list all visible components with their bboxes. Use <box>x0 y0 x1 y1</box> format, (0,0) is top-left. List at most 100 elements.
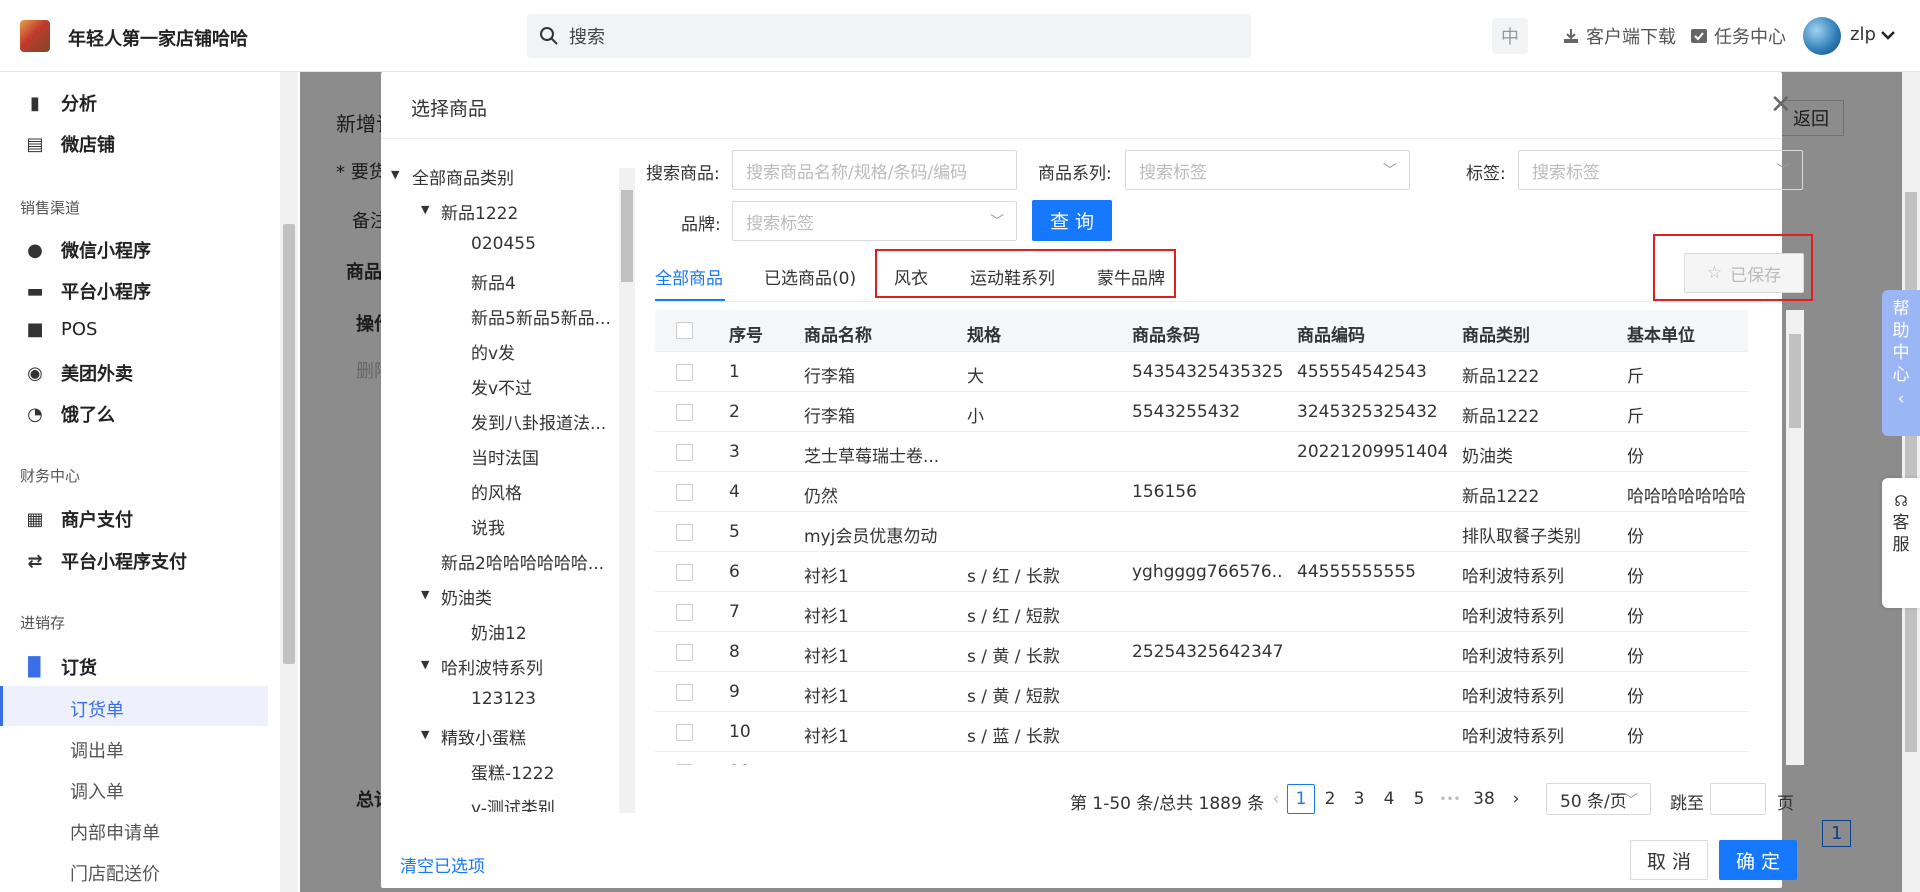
sidebar-item-wechat-mini[interactable]: ● 微信小程序 <box>25 237 151 263</box>
caret-down-icon[interactable]: ▼ <box>421 203 429 216</box>
table-row[interactable]: 4 仍然 156156 新品1222 哈哈哈哈哈哈哈... <box>655 472 1748 512</box>
table-row[interactable]: 2 行李箱 小 5543255432 3245325325432 新品1222 斤 <box>655 392 1748 432</box>
page-1[interactable]: 1 <box>1287 784 1315 814</box>
tree-node[interactable]: 新品2哈哈哈哈哈哈... <box>441 549 604 574</box>
shop-name[interactable]: 年轻人第一家店铺哈哈 <box>68 25 248 51</box>
tree-node[interactable]: 新品4 <box>471 269 516 294</box>
page-38[interactable]: 38 <box>1470 784 1498 814</box>
saved-button[interactable]: ☆ 已保存 <box>1684 253 1804 293</box>
table-row[interactable]: 6 衬衫1 s / 红 / 长款 yghgggg766576... 4455555555… <box>655 552 1748 592</box>
select-all-checkbox[interactable] <box>676 322 693 339</box>
sidebar-sub-store-price[interactable]: 门店配送价 <box>70 860 160 886</box>
page-3[interactable]: 3 <box>1345 784 1373 814</box>
sidebar-sub-transfer-out[interactable]: 调出单 <box>70 737 124 763</box>
sidebar-item-analysis[interactable]: ▮ 分析 <box>25 90 97 116</box>
page-size-select[interactable]: 50 条/页 ﹀ <box>1546 783 1651 815</box>
table-row[interactable]: 7 衬衫1 s / 红 / 短款 哈利波特系列 份 <box>655 592 1748 632</box>
series-select[interactable]: 搜索标签 ﹀ <box>1125 150 1410 190</box>
client-download-link[interactable]: 客户端下载 <box>1562 23 1676 49</box>
tree-node[interactable]: 说我 <box>471 514 505 539</box>
prev-page-icon[interactable]: ‹ <box>1262 784 1290 814</box>
sidebar-scrollbar[interactable] <box>280 72 298 892</box>
caret-down-icon[interactable]: ▼ <box>421 728 429 741</box>
jump-page-input[interactable] <box>1710 783 1766 815</box>
row-checkbox[interactable] <box>676 724 693 741</box>
language-switch[interactable]: 中 <box>1492 18 1528 54</box>
tree-node[interactable]: 精致小蛋糕 <box>441 724 526 749</box>
task-center-link[interactable]: 任务中心 <box>1690 23 1786 49</box>
tree-node[interactable]: 奶油类 <box>441 584 492 609</box>
table-row[interactable]: 1 行李箱 大 54354325435325 455554542543 新品1222 斤 <box>655 352 1748 392</box>
tree-node[interactable]: 的风格 <box>471 479 522 504</box>
user-menu[interactable]: zlp <box>1850 24 1896 45</box>
page-scroll-thumb[interactable] <box>1905 192 1917 752</box>
next-page-icon[interactable]: › <box>1502 784 1530 814</box>
table-row[interactable]: 5 myj会员优惠勿动 排队取餐子类别 份 <box>655 512 1748 552</box>
row-checkbox[interactable] <box>676 404 693 421</box>
tab-selected-products[interactable]: 已选商品(0) <box>764 264 856 289</box>
sidebar-item-platform-pay[interactable]: ⇄ 平台小程序支付 <box>25 548 187 574</box>
brand-select[interactable]: 搜索标签 ﹀ <box>732 201 1017 241</box>
clear-selection-link[interactable]: 清空已选项 <box>400 852 485 877</box>
tree-node[interactable]: 新品1222 <box>441 199 518 224</box>
page-ellipsis[interactable]: ••• <box>1436 784 1464 814</box>
sidebar-item-merchant-pay[interactable]: ▦ 商户支付 <box>25 506 133 532</box>
sidebar-item-micro-store[interactable]: ▤ 微店铺 <box>25 131 115 157</box>
tree-node[interactable]: 的v发 <box>471 339 515 364</box>
page-2[interactable]: 2 <box>1316 784 1344 814</box>
sidebar-sub-order-list[interactable]: 订货单 <box>70 696 124 722</box>
sidebar-sub-transfer-in[interactable]: 调入单 <box>70 778 124 804</box>
cancel-button[interactable]: 取 消 <box>1630 840 1708 880</box>
tag-select[interactable]: 搜索标签 ﹀ <box>1518 150 1803 190</box>
row-checkbox[interactable] <box>676 604 693 621</box>
customer-service-tab[interactable]: ☊ 客服 <box>1882 478 1920 608</box>
help-center-tab[interactable]: 帮助中心 ‹ <box>1882 290 1920 436</box>
user-avatar[interactable] <box>1803 17 1841 55</box>
tree-node[interactable]: 发到八卦报道法... <box>471 409 606 434</box>
tree-scrollbar[interactable] <box>619 168 635 813</box>
caret-down-icon[interactable]: ▼ <box>421 588 429 601</box>
caret-down-icon[interactable]: ▼ <box>391 168 399 181</box>
table-scrollbar[interactable] <box>1786 310 1804 765</box>
tree-node[interactable]: y-测试类别 <box>471 794 555 812</box>
query-button[interactable]: 查 询 <box>1032 200 1112 241</box>
page-4[interactable]: 4 <box>1375 784 1403 814</box>
tree-scroll-thumb[interactable] <box>621 190 633 282</box>
search-product-input[interactable]: 搜索商品名称/规格/条码/编码 <box>732 150 1017 190</box>
tree-node[interactable]: 全部商品类别 <box>412 164 514 189</box>
row-checkbox[interactable] <box>676 364 693 381</box>
table-row[interactable]: 3 芝士草莓瑞士卷... 20221209951404... 奶油类 份 <box>655 432 1748 472</box>
sidebar-item-ordering[interactable]: ▉ 订货 <box>25 654 97 680</box>
table-row[interactable]: 11 衬衫1 s / 蓝 / 短款 哈利波特系列 份 <box>655 752 1748 765</box>
table-row[interactable]: 9 衬衫1 s / 黄 / 短款 哈利波特系列 份 <box>655 672 1748 712</box>
tree-node[interactable]: 新品5新品5新品... <box>471 304 611 329</box>
caret-down-icon[interactable]: ▼ <box>421 658 429 671</box>
page-5[interactable]: 5 <box>1405 784 1433 814</box>
sidebar-sub-internal-request[interactable]: 内部申请单 <box>70 819 160 845</box>
sidebar-item-platform-mini[interactable]: ▬ 平台小程序 <box>25 278 151 304</box>
row-checkbox[interactable] <box>676 764 693 765</box>
table-scroll-thumb[interactable] <box>1789 334 1801 428</box>
row-checkbox[interactable] <box>676 484 693 501</box>
row-checkbox[interactable] <box>676 444 693 461</box>
row-checkbox[interactable] <box>676 644 693 661</box>
table-row[interactable]: 10 衬衫1 s / 蓝 / 长款 哈利波特系列 份 <box>655 712 1748 752</box>
row-checkbox[interactable] <box>676 524 693 541</box>
sidebar-scroll-thumb[interactable] <box>283 224 295 664</box>
tree-node[interactable]: 020455 <box>471 234 536 254</box>
tree-node[interactable]: 123123 <box>471 689 536 709</box>
tree-node[interactable]: 奶油12 <box>471 619 527 644</box>
tree-node[interactable]: 蛋糕-1222 <box>471 759 554 784</box>
sidebar-item-meituan[interactable]: ◉ 美团外卖 <box>25 360 133 386</box>
sidebar-item-eleme[interactable]: ◔ 饿了么 <box>25 401 115 427</box>
tab-all-products[interactable]: 全部商品 <box>655 264 723 289</box>
sidebar-item-pos[interactable]: ■ POS <box>25 319 97 340</box>
close-icon[interactable]: ✕ <box>1770 92 1792 118</box>
confirm-button[interactable]: 确 定 <box>1719 840 1797 880</box>
tree-node[interactable]: 当时法国 <box>471 444 539 469</box>
table-row[interactable]: 8 衬衫1 s / 黄 / 长款 25254325642347... 哈利波特系列 份 <box>655 632 1748 672</box>
row-checkbox[interactable] <box>676 684 693 701</box>
row-checkbox[interactable] <box>676 564 693 581</box>
tree-node[interactable]: 哈利波特系列 <box>441 654 543 679</box>
global-search[interactable]: 搜索 <box>527 14 1251 58</box>
